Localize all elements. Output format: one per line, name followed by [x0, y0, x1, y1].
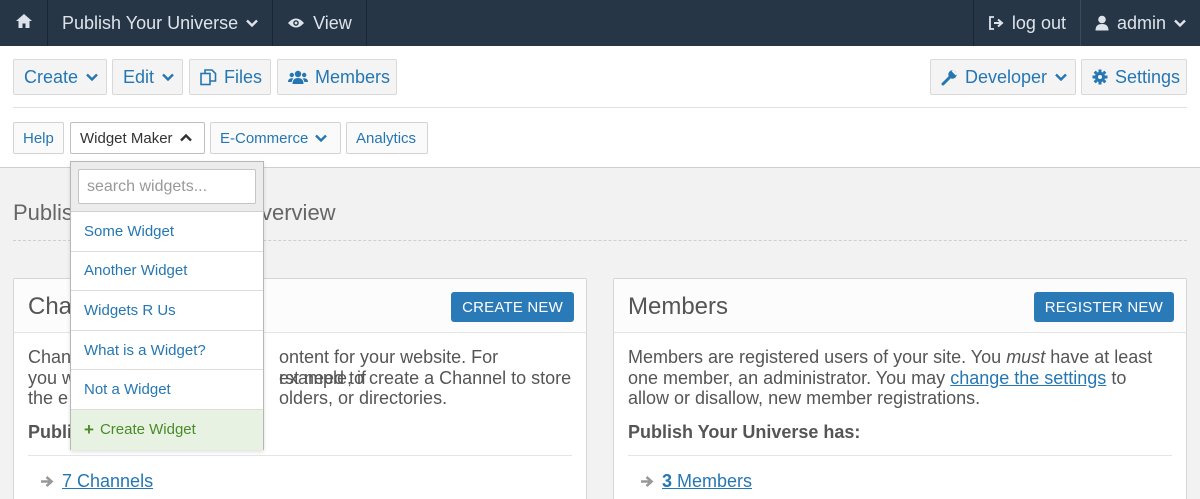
- chevron-down-icon: [246, 19, 258, 27]
- members-count-label: Members: [677, 471, 753, 491]
- dropdown-item[interactable]: Another Widget: [71, 252, 263, 292]
- members-text: Members are registered users of your sit…: [628, 347, 1007, 367]
- ecommerce-label: E-Commerce: [220, 129, 309, 147]
- page-title-start: Publis: [13, 200, 73, 225]
- site-name: Publish Your Universe: [62, 12, 239, 33]
- dropdown-item[interactable]: What is a Widget?: [71, 331, 263, 371]
- chevron-down-icon: [1174, 19, 1186, 27]
- top-navigation-bar: Publish Your Universe View log out admin: [0, 0, 1200, 46]
- chevron-down-icon: [1055, 73, 1067, 81]
- channels-text: Chan: [28, 347, 72, 367]
- view-site-link[interactable]: View: [273, 0, 367, 46]
- user-icon: [1095, 15, 1109, 31]
- logout-icon: [988, 16, 1004, 30]
- toolbar-area: Create Edit Files Members Developer Sett…: [0, 46, 1200, 168]
- settings-label: Settings: [1115, 66, 1181, 87]
- chevron-down-icon: [86, 73, 98, 81]
- developer-label: Developer: [965, 66, 1048, 87]
- channels-separator: [28, 455, 572, 456]
- create-new-button[interactable]: CREATE NEW: [451, 292, 574, 322]
- users-icon: [288, 70, 308, 85]
- create-label: Create: [24, 66, 79, 87]
- page-title-end: verview: [261, 200, 336, 225]
- user-menu-button[interactable]: admin: [1081, 0, 1200, 46]
- wrench-icon: [941, 69, 958, 86]
- widget-maker-menu-button[interactable]: Widget Maker: [70, 122, 205, 154]
- dropdown-item[interactable]: Not a Widget: [71, 370, 263, 410]
- toolbar-divider: [13, 107, 1187, 108]
- members-count: 3 Members: [640, 471, 752, 492]
- logout-label: log out: [1011, 12, 1066, 33]
- chevron-down-icon: [315, 134, 328, 142]
- developer-menu-button[interactable]: Developer: [930, 59, 1076, 95]
- dropdown-item[interactable]: Widgets R Us: [71, 291, 263, 331]
- widget-search-wrapper: [71, 162, 263, 212]
- home-icon: [15, 13, 33, 34]
- widget-maker-label: Widget Maker: [80, 129, 173, 147]
- chevron-down-icon: [162, 73, 174, 81]
- register-new-button[interactable]: REGISTER NEW: [1033, 292, 1174, 322]
- analytics-button[interactable]: Analytics: [346, 122, 428, 154]
- gear-icon: [1092, 69, 1108, 85]
- chevron-up-icon: [179, 134, 192, 142]
- files-icon: [200, 68, 217, 86]
- channels-text: olders, or directories.: [279, 388, 448, 408]
- edit-menu-button[interactable]: Edit: [112, 59, 183, 95]
- eye-icon: [287, 17, 305, 29]
- members-count-number: 3: [662, 471, 673, 491]
- channels-count-link[interactable]: 7 Channels: [62, 471, 153, 492]
- page-title: Publis verview: [13, 200, 336, 226]
- edit-label: Edit: [123, 66, 155, 87]
- members-count-link[interactable]: 3 Members: [662, 471, 752, 492]
- help-label: Help: [23, 129, 54, 147]
- members-text-emphasis: must: [1006, 347, 1046, 367]
- settings-button[interactable]: Settings: [1081, 59, 1187, 95]
- home-button[interactable]: [0, 0, 48, 46]
- create-menu-button[interactable]: Create: [13, 59, 107, 95]
- change-settings-link[interactable]: change the settings: [950, 368, 1106, 388]
- channels-text: you w: [28, 367, 76, 388]
- create-widget-button[interactable]: + Create Widget: [71, 409, 263, 450]
- files-button[interactable]: Files: [189, 59, 271, 95]
- members-panel-header: Members REGISTER NEW: [614, 279, 1186, 333]
- members-separator: [628, 455, 1172, 456]
- members-panel-title: Members: [628, 293, 729, 320]
- widget-search-input[interactable]: [78, 169, 256, 204]
- members-label: Members: [315, 66, 391, 87]
- channels-text: the e: [28, 388, 69, 408]
- dropdown-item[interactable]: Some Widget: [71, 212, 263, 252]
- user-label: admin: [1116, 12, 1166, 33]
- members-panel-description: Members are registered users of your sit…: [628, 347, 1172, 409]
- members-button[interactable]: Members: [277, 59, 397, 95]
- members-has-label: Publish Your Universe has:: [628, 422, 861, 442]
- logout-link[interactable]: log out: [974, 0, 1081, 46]
- channels-count: 7 Channels: [40, 471, 153, 492]
- channels-text: rst need to create a Channel to store: [279, 367, 572, 388]
- analytics-label: Analytics: [356, 129, 417, 147]
- arrow-right-icon: [40, 475, 55, 488]
- ecommerce-menu-button[interactable]: E-Commerce: [210, 122, 341, 154]
- topbar-spacer: [367, 0, 974, 46]
- channels-panel-title: Cha: [28, 293, 73, 320]
- help-button[interactable]: Help: [13, 122, 64, 154]
- site-menu-button[interactable]: Publish Your Universe: [48, 0, 274, 46]
- widget-maker-dropdown: Some Widget Another Widget Widgets R Us …: [70, 161, 264, 450]
- members-panel: Members REGISTER NEW Members are registe…: [613, 278, 1187, 499]
- files-label: Files: [224, 66, 263, 87]
- create-widget-label: Create Widget: [99, 421, 196, 439]
- channels-has-label: Publi: [28, 422, 72, 442]
- view-label: View: [313, 12, 352, 33]
- arrow-right-icon: [640, 475, 655, 488]
- plus-icon: +: [84, 419, 94, 439]
